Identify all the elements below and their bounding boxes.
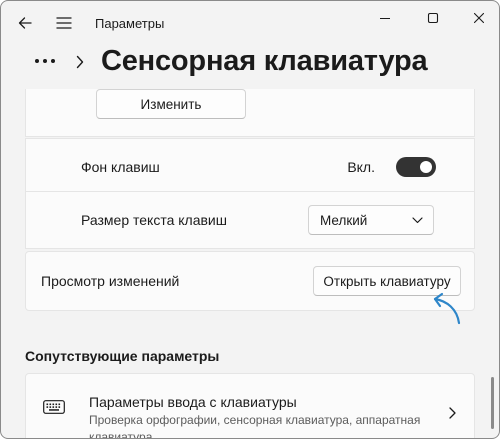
key-background-row: Фон клавиш Вкл.	[25, 138, 475, 196]
settings-window: Параметры Сенсорная клавиатура Изменить …	[0, 0, 500, 439]
related-settings-title: Сопутствующие параметры	[25, 348, 220, 364]
app-title: Параметры	[95, 16, 165, 31]
maximize-icon[interactable]	[413, 7, 453, 29]
key-text-size-select[interactable]: Мелкий	[308, 205, 434, 235]
keyboard-icon	[43, 400, 65, 414]
toggle-knob	[420, 161, 432, 173]
key-text-size-row: Размер текста клавиш Мелкий	[25, 191, 475, 249]
preview-changes-card: Просмотр изменений Открыть клавиатуру	[25, 251, 475, 311]
key-text-size-label: Размер текста клавиш	[81, 212, 227, 228]
title-bar: Параметры	[1, 1, 499, 45]
related-item-title: Параметры ввода с клавиатуры	[89, 394, 297, 410]
key-background-label: Фон клавиш	[81, 159, 160, 175]
hint-arrow-icon	[433, 292, 461, 325]
related-item-description: Проверка орфографии, сенсорная клавиатур…	[89, 413, 421, 439]
theme-card: Изменить	[25, 89, 475, 137]
edit-button[interactable]: Изменить	[96, 89, 246, 119]
chevron-down-icon	[411, 214, 423, 226]
preview-changes-label: Просмотр изменений	[41, 273, 180, 289]
select-value: Мелкий	[320, 213, 368, 228]
vertical-scrollbar[interactable]	[491, 377, 494, 429]
keyboard-input-settings-item[interactable]: Параметры ввода с клавиатуры Проверка ор…	[25, 373, 475, 439]
toggle-state-label: Вкл.	[347, 159, 375, 175]
chevron-right-icon	[73, 53, 87, 71]
minimize-icon[interactable]	[365, 7, 405, 29]
hamburger-menu-icon[interactable]	[52, 11, 76, 35]
more-dots-icon[interactable]	[33, 53, 57, 69]
chevron-right-icon	[447, 406, 457, 420]
close-icon[interactable]	[459, 7, 499, 29]
back-arrow-icon[interactable]	[13, 11, 37, 35]
key-background-toggle[interactable]	[396, 157, 436, 177]
page-title: Сенсорная клавиатура	[101, 45, 428, 77]
